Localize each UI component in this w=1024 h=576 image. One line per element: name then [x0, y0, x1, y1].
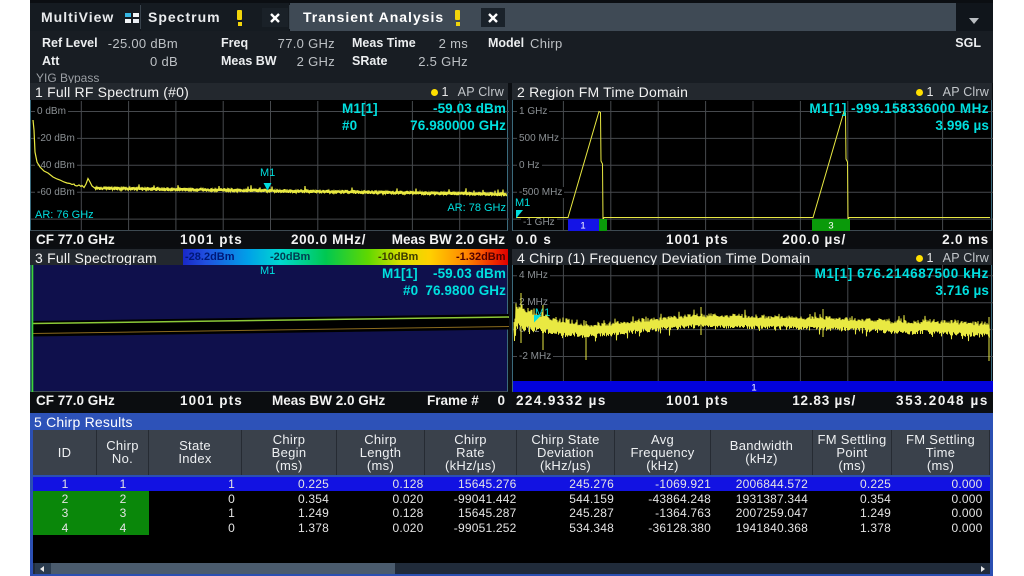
svg-text:1: 1	[751, 383, 756, 393]
svg-text:3: 3	[828, 221, 833, 232]
svg-text:1: 1	[580, 221, 585, 232]
